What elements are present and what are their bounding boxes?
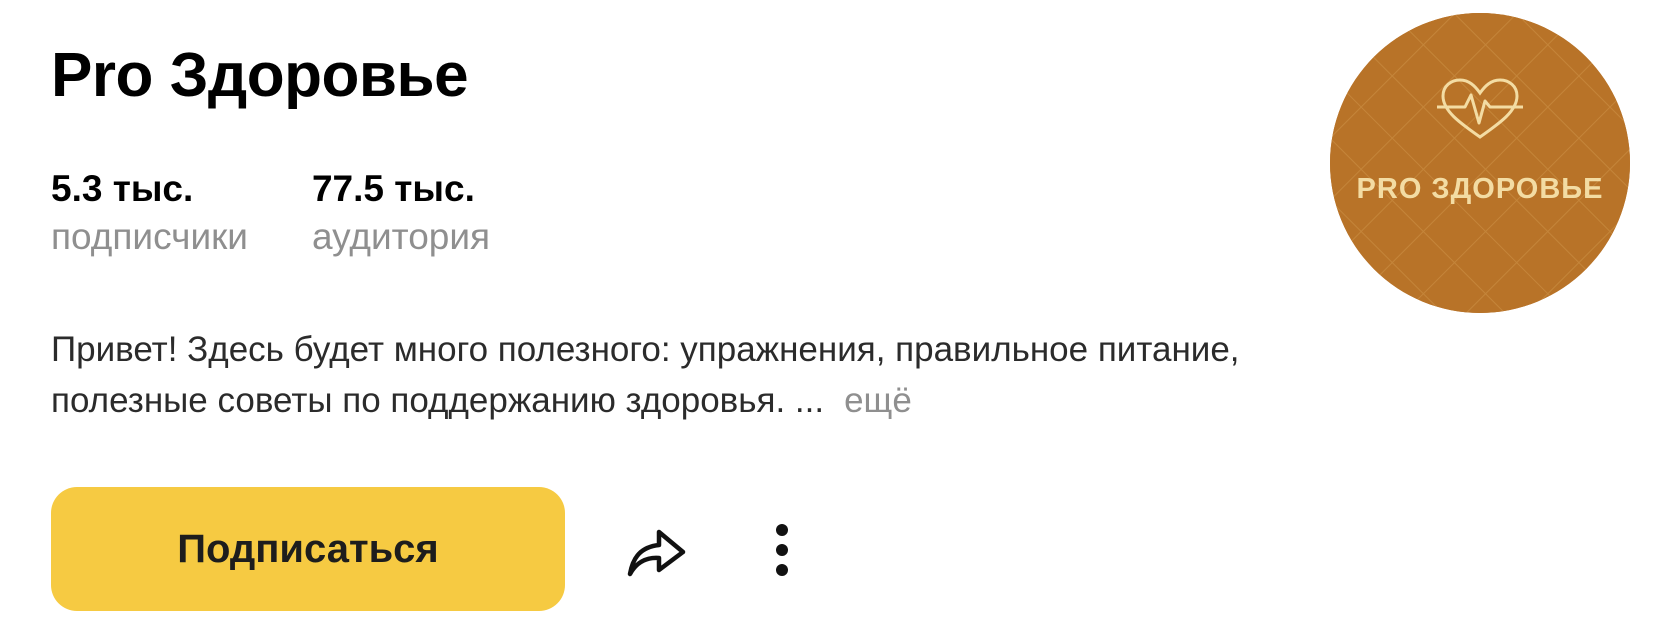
- show-more-link[interactable]: ещё: [844, 381, 912, 420]
- audience-count: 77.5 тыс.: [311, 168, 475, 209]
- more-options-button[interactable]: [760, 515, 804, 585]
- channel-description: Привет! Здесь будет много полезного: упр…: [51, 324, 1271, 426]
- share-button[interactable]: [622, 515, 692, 585]
- channel-stats: 5.3 тыс. подписчики 77.5 тыс. аудитория: [51, 166, 490, 262]
- subscribers-label: подписчики: [51, 216, 248, 257]
- subscribe-button[interactable]: Подписаться: [51, 487, 565, 611]
- channel-avatar[interactable]: PRO ЗДОРОВЬЕ: [1330, 13, 1630, 313]
- channel-header: Pro Здоровье 5.3 тыс. подписчики 77.5 ты…: [0, 0, 1680, 635]
- audience-label: аудитория: [311, 216, 491, 257]
- subscribers-count: 5.3 тыс.: [51, 168, 194, 209]
- channel-title: Pro Здоровье: [51, 41, 469, 110]
- avatar-logo-text: PRO ЗДОРОВЬЕ: [1356, 173, 1604, 205]
- heart-pulse-icon: [1437, 78, 1523, 139]
- avatar-pattern: [1330, 13, 1630, 313]
- vertical-dots-icon: [776, 524, 788, 576]
- subscribers-stat: 5.3 тыс. подписчики: [51, 166, 248, 262]
- audience-stat: 77.5 тыс. аудитория: [312, 166, 490, 262]
- description-text: Привет! Здесь будет много полезного: упр…: [51, 330, 1240, 420]
- share-arrow-icon: [627, 529, 686, 577]
